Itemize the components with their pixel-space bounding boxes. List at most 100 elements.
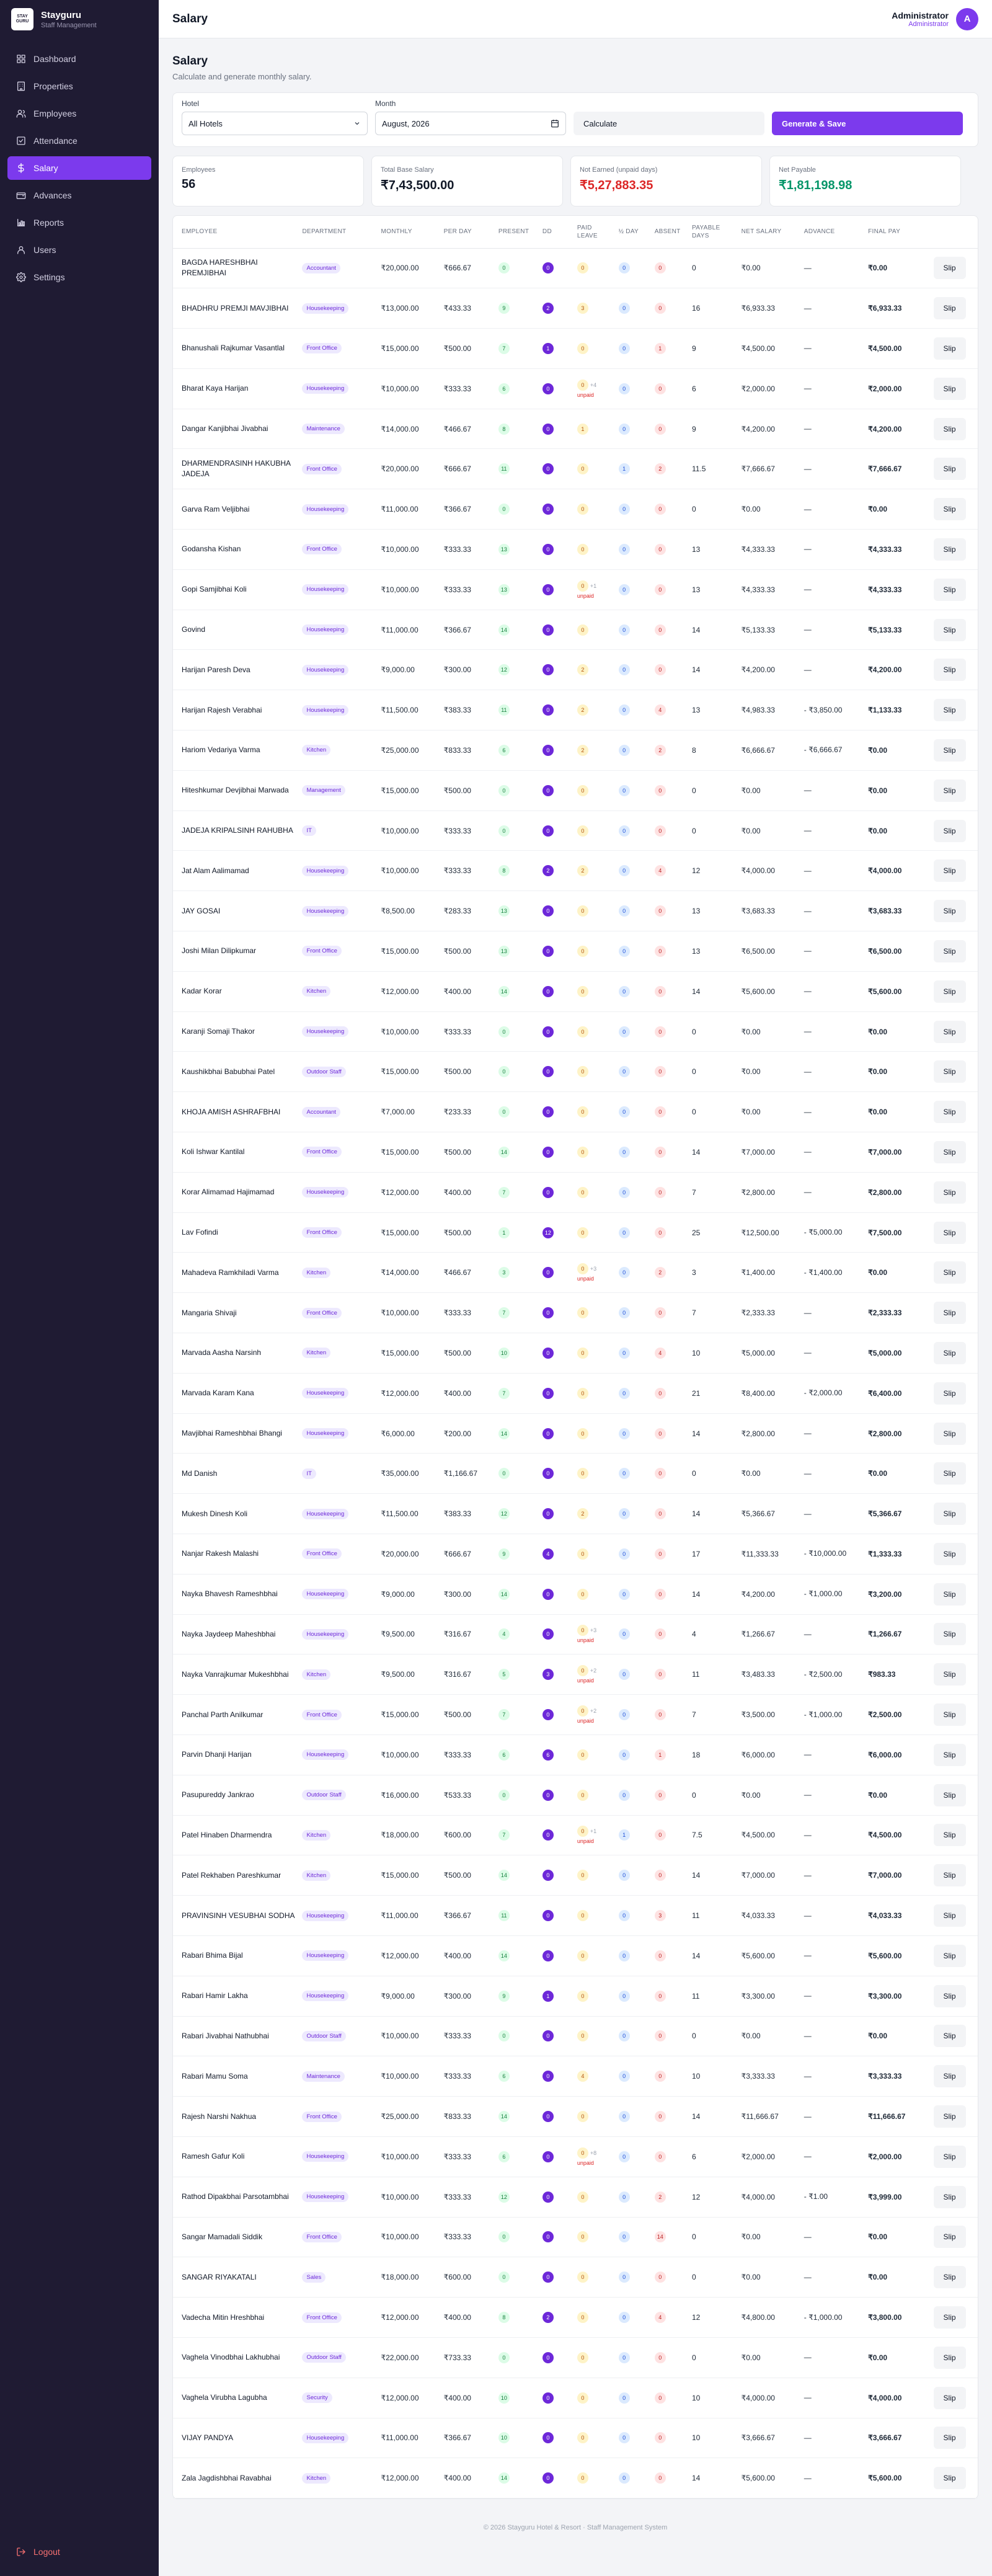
dd-badge: 0 [542, 2432, 554, 2444]
slip-button[interactable]: Slip [933, 2386, 966, 2409]
present-badge: 10 [498, 1347, 510, 1359]
monthly-salary: ₹7,000.00 [378, 1091, 441, 1133]
monthly-salary: ₹10,000.00 [378, 2217, 441, 2258]
slip-button[interactable]: Slip [933, 2145, 966, 2168]
slip-button[interactable]: Slip [933, 1302, 966, 1325]
sidebar-item-reports[interactable]: Reports [7, 211, 151, 234]
slip-button[interactable]: Slip [933, 1583, 966, 1606]
slip-button[interactable]: Slip [933, 2266, 966, 2289]
paid-leave-badge: 0 [577, 1468, 588, 1480]
slip-button[interactable]: Slip [933, 1984, 966, 2007]
payable-days: 12 [689, 2297, 739, 2338]
final-pay: ₹4,333.33 [866, 529, 931, 570]
avatar[interactable]: A [956, 7, 978, 30]
slip-button[interactable]: Slip [933, 1904, 966, 1927]
slip-button[interactable]: Slip [933, 1783, 966, 1806]
slip-button[interactable]: Slip [933, 1462, 966, 1485]
slip-button[interactable]: Slip [933, 538, 966, 561]
slip-button[interactable]: Slip [933, 1422, 966, 1445]
dd-badge: 0 [542, 624, 554, 636]
sidebar-item-users[interactable]: Users [7, 238, 151, 262]
slip-button[interactable]: Slip [933, 859, 966, 882]
slip-button[interactable]: Slip [933, 939, 966, 962]
slip-button[interactable]: Slip [933, 1864, 966, 1887]
net-salary: ₹0.00 [738, 1051, 802, 1093]
per-day-rate: ₹733.33 [441, 2337, 496, 2378]
slip-button[interactable]: Slip [933, 1382, 966, 1405]
slip-button[interactable]: Slip [933, 2427, 966, 2449]
slip-button[interactable]: Slip [933, 2185, 966, 2208]
hotel-select[interactable]: All Hotels [182, 112, 368, 135]
slip-button[interactable]: Slip [933, 2467, 966, 2490]
slip-button[interactable]: Slip [933, 2226, 966, 2249]
slip-button[interactable]: Slip [933, 900, 966, 923]
slip-button[interactable]: Slip [933, 980, 966, 1003]
slip-button[interactable]: Slip [933, 618, 966, 641]
slip-button[interactable]: Slip [933, 1503, 966, 1526]
slip-button[interactable]: Slip [933, 1060, 966, 1083]
slip-button[interactable]: Slip [933, 578, 966, 601]
advance: — [801, 770, 866, 811]
slip-button[interactable]: Slip [933, 377, 966, 400]
paid-leave-badge: 0 [577, 2191, 588, 2203]
slip-button[interactable]: Slip [933, 257, 966, 280]
net-salary: ₹11,333.33 [738, 1534, 802, 1574]
slip-button[interactable]: Slip [933, 2346, 966, 2369]
slip-button[interactable]: Slip [933, 1542, 966, 1565]
slip-button[interactable]: Slip [933, 1663, 966, 1686]
payable-days: 0 [689, 1011, 739, 1052]
slip-button[interactable]: Slip [933, 458, 966, 481]
slip-button[interactable]: Slip [933, 297, 966, 320]
paid-leave-badge: 0 [577, 1990, 588, 2002]
sidebar-item-dashboard[interactable]: Dashboard [7, 47, 151, 71]
calculate-button[interactable]: Calculate [574, 112, 764, 135]
monthly-salary: ₹16,000.00 [378, 1775, 441, 1816]
slip-button[interactable]: Slip [933, 1221, 966, 1244]
sidebar-item-salary[interactable]: Salary [7, 156, 151, 180]
advance: — [801, 1775, 866, 1816]
chevron-down-icon [355, 122, 360, 125]
slip-button[interactable]: Slip [933, 699, 966, 722]
per-day-rate: ₹833.33 [441, 2096, 496, 2137]
sidebar-item-employees[interactable]: Employees [7, 102, 151, 125]
department-badge: Kitchen [302, 986, 331, 997]
slip-button[interactable]: Slip [933, 1824, 966, 1847]
slip-button[interactable]: Slip [933, 1341, 966, 1364]
slip-button[interactable]: Slip [933, 2065, 966, 2088]
brand[interactable]: STAY GURU Stayguru Staff Management [0, 0, 159, 38]
present-badge: 6 [498, 2071, 510, 2082]
slip-button[interactable]: Slip [933, 1020, 966, 1043]
sidebar-item-properties[interactable]: Properties [7, 74, 151, 98]
slip-button[interactable]: Slip [933, 1140, 966, 1163]
slip-button[interactable]: Slip [933, 1743, 966, 1766]
slip-button[interactable]: Slip [933, 739, 966, 762]
logout-button[interactable]: Logout [7, 2540, 69, 2564]
month-input[interactable]: August, 2026 [375, 112, 566, 135]
slip-button[interactable]: Slip [933, 337, 966, 360]
slip-button[interactable]: Slip [933, 779, 966, 802]
slip-button[interactable]: Slip [933, 819, 966, 842]
slip-button[interactable]: Slip [933, 498, 966, 521]
slip-button[interactable]: Slip [933, 1623, 966, 1646]
payable-days: 12 [689, 2177, 739, 2218]
sidebar-item-advances[interactable]: Advances [7, 184, 151, 207]
employee-name: Godansha Kishan [173, 529, 300, 570]
slip-button[interactable]: Slip [933, 417, 966, 440]
slip-button[interactable]: Slip [933, 1261, 966, 1284]
slip-button[interactable]: Slip [933, 2306, 966, 2329]
slip-button[interactable]: Slip [933, 1101, 966, 1124]
sidebar-item-settings[interactable]: Settings [7, 265, 151, 289]
net-salary: ₹4,000.00 [738, 2378, 802, 2418]
slip-button[interactable]: Slip [933, 2105, 966, 2128]
slip-button[interactable]: Slip [933, 1181, 966, 1204]
user-menu[interactable]: Administrator Administrator A [892, 7, 978, 30]
generate-save-button[interactable]: Generate & Save [772, 112, 963, 135]
slip-button[interactable]: Slip [933, 659, 966, 682]
department-badge: Front Office [302, 2111, 342, 2122]
slip-button[interactable]: Slip [933, 1703, 966, 1726]
slip-button[interactable]: Slip [933, 1944, 966, 1967]
half-day-badge: 0 [618, 1387, 630, 1399]
slip-button[interactable]: Slip [933, 2025, 966, 2048]
dd-badge: 2 [542, 865, 554, 877]
sidebar-item-attendance[interactable]: Attendance [7, 129, 151, 153]
